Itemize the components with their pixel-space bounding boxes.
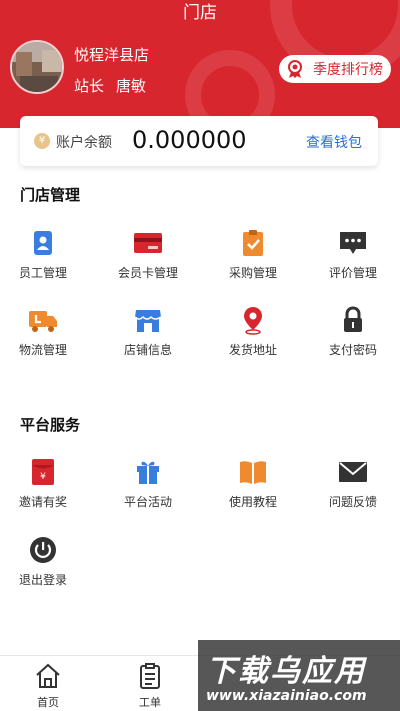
lock-icon [344,306,362,332]
tab-label: 工单 [139,696,161,709]
grid-item-label: 使用教程 [228,495,277,509]
tab-work-order[interactable]: 工单 [100,662,200,710]
quarterly-ranking-button[interactable]: 季度排行榜 [279,55,391,83]
watermark-url: www.xiazainiao.com [206,688,367,704]
grid-item-logistics-management[interactable]: 物流管理 [0,305,93,375]
medal-icon [288,60,302,78]
open-book-icon [240,461,266,484]
grid-item-label: 平台活动 [123,495,172,509]
view-wallet-link[interactable]: 查看钱包 [306,132,362,152]
clipboard-icon [140,663,160,689]
store-header: 门店 悦程洋县店 站长 唐敏 季度排行榜 [0,0,400,128]
member-card-icon [134,233,162,253]
watermark-title: 下载乌应用 [206,654,366,689]
grid-item-label: 会员卡管理 [117,266,178,280]
ranking-label: 季度排行榜 [313,62,383,78]
site-watermark: 下载乌应用 www.xiazainiao.com [198,640,400,711]
home-icon [36,663,60,688]
user-role: 站长 [74,77,105,95]
grid-item-store-info[interactable]: 店铺信息 [98,305,198,375]
grid-item-purchase-management[interactable]: 采购管理 [203,228,303,298]
store-name: 悦程洋县店 [74,46,150,64]
employee-badge-icon [34,231,52,255]
storefront-icon [134,310,162,332]
balance-value: 0.000000 [132,126,247,154]
grid-item-employee-management[interactable]: 员工管理 [0,228,93,298]
red-envelope-icon: ¥ [32,459,54,485]
svg-text:¥: ¥ [40,472,46,482]
clipboard-check-icon [243,230,263,256]
store-avatar[interactable] [10,40,64,94]
location-pin-icon [244,307,262,335]
grid-item-label: 发货地址 [228,343,277,357]
grid-item-label: 退出登录 [18,573,67,587]
gift-icon [137,461,159,484]
coin-icon: ¥ [34,133,50,149]
grid-item-feedback[interactable]: 问题反馈 [303,457,400,527]
mail-icon [339,462,367,482]
power-icon [30,537,56,563]
tab-home[interactable]: 首页 [0,662,98,710]
grid-item-label: 店铺信息 [123,343,172,357]
tab-label: 首页 [37,696,59,709]
grid-item-logout[interactable]: 退出登录 [0,535,93,605]
balance-card: ¥ 账户余额 0.000000 查看钱包 [20,116,378,166]
grid-item-review-management[interactable]: 评价管理 [303,228,400,298]
grid-item-label: 邀请有奖 [18,495,67,509]
page-title: 门店 [183,3,217,23]
store-management-title: 门店管理 [20,186,81,204]
chat-bubble-icon [340,232,366,254]
grid-item-label: 支付密码 [328,343,377,357]
grid-item-label: 采购管理 [228,266,277,280]
grid-item-payment-password[interactable]: 支付密码 [303,305,400,375]
truck-icon [29,311,57,332]
grid-item-user-tutorial[interactable]: 使用教程 [203,457,303,527]
grid-item-shipping-address[interactable]: 发货地址 [203,305,303,375]
grid-item-invite-reward[interactable]: ¥ 邀请有奖 [0,457,93,527]
balance-label: 账户余额 [56,135,112,151]
grid-item-platform-activity[interactable]: 平台活动 [98,457,198,527]
staff-name: 唐敏 [116,77,147,95]
grid-item-label: 问题反馈 [328,495,377,509]
platform-services-title: 平台服务 [20,416,81,434]
grid-item-label: 评价管理 [328,266,377,280]
grid-item-label: 物流管理 [18,343,67,357]
grid-item-label: 员工管理 [18,266,67,280]
grid-item-member-card-management[interactable]: 会员卡管理 [98,228,198,298]
